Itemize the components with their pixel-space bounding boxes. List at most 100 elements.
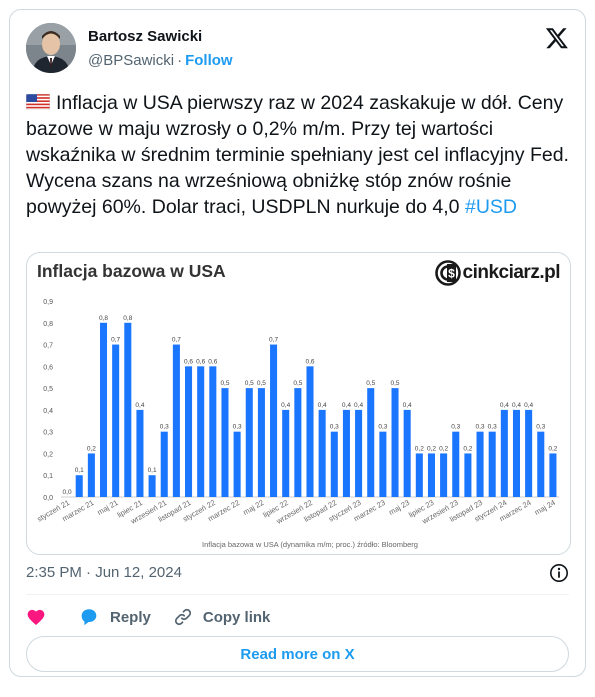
- bar-value-label: 0,8: [99, 315, 108, 322]
- bar: [500, 409, 508, 497]
- bar-value-label: 0,4: [500, 402, 509, 409]
- y-tick-label: 0,8: [43, 321, 53, 328]
- bar-value-label: 0,4: [354, 402, 363, 409]
- bar-value-label: 0,0: [63, 489, 72, 496]
- bar: [452, 431, 460, 497]
- y-tick-label: 0,5: [43, 386, 53, 393]
- bar: [270, 344, 278, 497]
- bar: [99, 322, 108, 497]
- y-tick-label: 0,6: [43, 364, 53, 371]
- bar-value-label: 0,4: [524, 402, 533, 409]
- bar-value-label: 0,2: [439, 445, 448, 452]
- bar: [112, 344, 120, 497]
- bar: [525, 409, 533, 497]
- reply-bubble-icon: [81, 609, 97, 626]
- y-tick-label: 0,1: [43, 473, 53, 480]
- bar: [440, 453, 448, 497]
- y-tick-label: 0,9: [43, 299, 53, 306]
- bar: [476, 431, 484, 497]
- bar: [512, 409, 521, 497]
- bar: [75, 475, 83, 497]
- bar-value-label: 0,6: [208, 358, 217, 365]
- bar-value-label: 0,3: [378, 424, 387, 431]
- bar: [185, 366, 193, 497]
- bar: [549, 453, 557, 497]
- bar-value-label: 0,7: [111, 337, 120, 344]
- bar: [464, 453, 472, 497]
- read-more-button[interactable]: Read more on X: [26, 636, 569, 672]
- bar-value-label: 0,3: [488, 424, 497, 431]
- bar-value-label: 0,1: [75, 467, 84, 474]
- y-tick-label: 0,7: [43, 343, 53, 350]
- tweet-card: Bartosz Sawicki @BPSawicki · Follow Inflac…: [9, 9, 586, 677]
- bar-value-label: 0,6: [196, 358, 205, 365]
- bar-value-label: 0,4: [281, 402, 290, 409]
- chart-caption: Inflacja bazowa w USA (dynamika m/m; pro…: [202, 540, 418, 549]
- bar-value-label: 0,7: [269, 337, 278, 344]
- bar: [379, 431, 387, 497]
- y-tick-label: 0,4: [43, 408, 53, 415]
- bar-value-label: 0,5: [366, 380, 375, 387]
- bar: [342, 409, 350, 497]
- bar-value-label: 0,2: [548, 445, 557, 452]
- timestamp[interactable]: 2:35 PM · Jun 12, 2024: [26, 564, 182, 581]
- bar: [488, 431, 496, 497]
- us-flag-icon: [26, 94, 50, 110]
- bar-value-label: 0,5: [245, 380, 254, 387]
- bar: [282, 409, 290, 497]
- bar-value-label: 0,7: [172, 337, 181, 344]
- hashtag-link[interactable]: #USD: [465, 196, 517, 218]
- y-tick-label: 0,2: [43, 451, 53, 458]
- info-icon[interactable]: [549, 563, 569, 583]
- link-icon: [174, 608, 191, 626]
- bar-value-label: 0,5: [293, 380, 302, 387]
- divider: [26, 594, 569, 595]
- bar-value-label: 0,3: [233, 424, 242, 431]
- reply-button[interactable]: Reply: [78, 606, 151, 628]
- author-handle-row: @BPSawicki · Follow: [88, 52, 233, 69]
- bar: [245, 388, 253, 497]
- bar: [197, 366, 205, 497]
- bar-value-label: 0,4: [318, 402, 327, 409]
- bar-value-label: 0,3: [536, 424, 545, 431]
- follow-button[interactable]: Follow: [185, 52, 233, 69]
- avatar[interactable]: [26, 23, 76, 73]
- author-name[interactable]: Bartosz Sawicki: [88, 28, 202, 45]
- bar: [257, 388, 265, 497]
- tweet-media[interactable]: Inflacja bazowa w USA $ cinkciarz.pl 0,0…: [26, 252, 571, 555]
- y-tick-label: 0,0: [43, 495, 53, 502]
- bar: [427, 453, 435, 497]
- bar-value-label: 0,4: [512, 402, 521, 409]
- bar: [233, 431, 241, 497]
- like-button[interactable]: [26, 607, 56, 627]
- bar-value-label: 0,4: [135, 402, 144, 409]
- bar-value-label: 0,2: [427, 445, 436, 452]
- bar-value-label: 0,3: [451, 424, 460, 431]
- bar: [148, 475, 156, 497]
- copy-link-button[interactable]: Copy link: [173, 607, 271, 627]
- bar: [403, 409, 411, 497]
- bar: [87, 453, 95, 497]
- bar: [172, 344, 180, 497]
- bar-value-label: 0,1: [148, 467, 157, 474]
- bar-value-label: 0,3: [476, 424, 485, 431]
- bar-value-label: 0,5: [257, 380, 266, 387]
- bar: [355, 409, 363, 497]
- bar-chart: 0,00,10,20,30,40,50,60,70,80,90,0styczeń…: [36, 299, 559, 549]
- reply-label: Reply: [110, 608, 151, 626]
- bar-value-label: 0,4: [403, 402, 412, 409]
- x-logo-icon[interactable]: [545, 26, 569, 50]
- bar: [537, 431, 545, 497]
- bar: [294, 388, 302, 497]
- bar: [160, 431, 168, 497]
- copy-link-label: Copy link: [202, 608, 271, 626]
- bar-value-label: 0,8: [123, 315, 132, 322]
- tweet-text: Inflacja w USA pierwszy raz w 2024 zaska…: [26, 90, 571, 220]
- bar-value-label: 0,2: [87, 445, 96, 452]
- x-tick-label: maj 24: [533, 498, 557, 517]
- bar: [124, 322, 132, 497]
- heart-icon: [27, 609, 45, 625]
- author-handle[interactable]: @BPSawicki: [88, 52, 174, 69]
- bar-value-label: 0,6: [305, 358, 314, 365]
- bar: [136, 409, 144, 497]
